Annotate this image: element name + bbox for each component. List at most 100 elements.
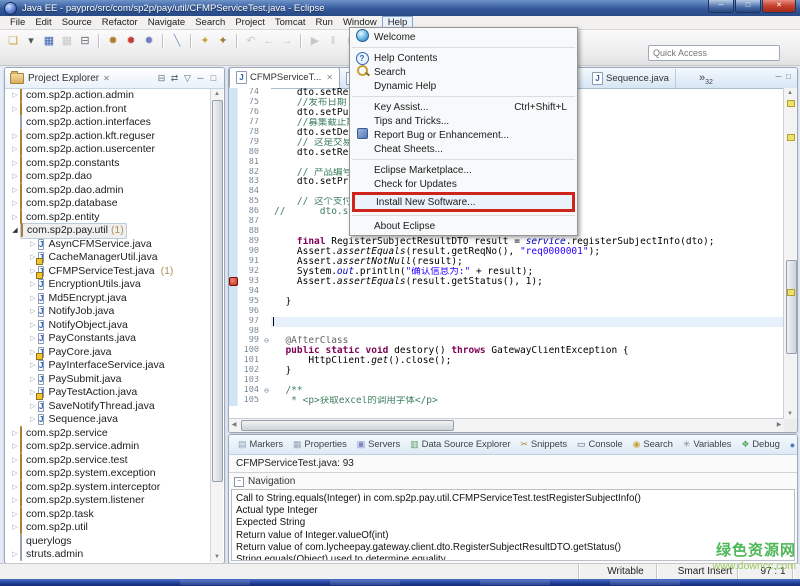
code-text[interactable]: Assert.assertEquals(result.getStatus(), … — [271, 277, 784, 287]
collapsed-arrow-icon[interactable]: ▷ — [28, 278, 38, 292]
about-eclipse-menu-item[interactable]: About Eclipse — [350, 219, 577, 233]
tree-item-com-sp2p-dao-admin[interactable]: ▷com.sp2p.dao.admin — [5, 184, 211, 198]
scroll-down-icon[interactable]: ▼ — [784, 409, 796, 419]
tree-item-paysubmit-java[interactable]: ▷JPaySubmit.java — [5, 373, 211, 387]
tree-item-com-sp2p-database[interactable]: ▷com.sp2p.database — [5, 197, 211, 211]
menu-source[interactable]: Source — [57, 16, 97, 29]
forward-button[interactable]: → — [279, 33, 295, 49]
tree-item-com-sp2p-action-interfaces[interactable]: com.sp2p.action.interfaces — [5, 116, 211, 130]
tree-item-com-sp2p-service-test[interactable]: ▷com.sp2p.service.test — [5, 454, 211, 468]
tree-item-payinterfaceservice-java[interactable]: ▷JPayInterfaceService.java — [5, 359, 211, 373]
expanded-arrow-icon[interactable]: ◢ — [10, 224, 20, 238]
tips-and-tricks-menu-item[interactable]: Tips and Tricks... — [350, 114, 577, 128]
tree-item-cfmpservicetest-java[interactable]: ▷JCFMPServiceTest.java (1) — [5, 265, 211, 279]
tree-item-com-sp2p-action-usercenter[interactable]: ▷com.sp2p.action.usercenter — [5, 143, 211, 157]
collapsed-arrow-icon[interactable]: ▷ — [10, 197, 20, 211]
close-view-icon[interactable]: ✕ — [103, 74, 110, 83]
tree-item-paytestaction-java[interactable]: ▷JPayTestAction.java — [5, 386, 211, 400]
new-wizard-caret[interactable]: ▾ — [23, 33, 39, 49]
cheat-sheets-menu-item[interactable]: Cheat Sheets... — [350, 142, 577, 156]
project-tree-scrollbar[interactable]: ▲ ▼ — [210, 89, 223, 562]
view-tab-breakpoints[interactable]: ●Breakpoints — [785, 439, 797, 450]
title-bar[interactable]: Java EE - paypro/src/com/sp2p/pay/util/C… — [0, 0, 800, 16]
view-tab-properties[interactable]: ▦Properties — [288, 439, 352, 450]
menu-search[interactable]: Search — [190, 16, 230, 29]
collapsed-arrow-icon[interactable]: ▷ — [10, 440, 20, 454]
collapsed-arrow-icon[interactable]: ▷ — [10, 521, 20, 535]
view-tab-markers[interactable]: ▤Markers — [233, 439, 288, 450]
collapsed-arrow-icon[interactable]: ▷ — [28, 319, 38, 333]
scroll-up-icon[interactable]: ▲ — [211, 89, 223, 99]
code-text[interactable] — [271, 287, 784, 297]
menu-file[interactable]: File — [5, 16, 30, 29]
code-text[interactable] — [271, 307, 784, 317]
scroll-down-icon[interactable]: ▼ — [211, 552, 223, 562]
view-tab-data-source-explorer[interactable]: ▥Data Source Explorer — [405, 439, 515, 450]
code-text[interactable] — [271, 327, 784, 337]
tree-item-com-sp2p-entity[interactable]: ▷com.sp2p.entity — [5, 211, 211, 225]
collapsed-arrow-icon[interactable]: ▷ — [10, 103, 20, 117]
run-ant-button[interactable]: ✦ — [197, 33, 213, 49]
collapsed-arrow-icon[interactable]: ▷ — [10, 130, 20, 144]
collapsed-arrow-icon[interactable]: ▷ — [10, 427, 20, 441]
tree-item-notifyobject-java[interactable]: ▷JNotifyObject.java — [5, 319, 211, 333]
scroll-up-icon[interactable]: ▲ — [784, 88, 796, 98]
search-menu-item[interactable]: Search — [350, 65, 577, 79]
collapsed-arrow-icon[interactable]: ▷ — [10, 143, 20, 157]
scrollbar-thumb[interactable] — [241, 420, 454, 431]
tree-item-notifyjob-java[interactable]: ▷JNotifyJob.java — [5, 305, 211, 319]
tab-overflow-chevron[interactable]: »32 — [699, 72, 713, 86]
code-text[interactable]: public static void destory() throws Gate… — [271, 346, 784, 356]
minimize-button[interactable]: ─ — [708, 0, 734, 13]
maximize-icon[interactable]: □ — [207, 73, 220, 83]
resume-button[interactable]: ▶ — [307, 33, 323, 49]
help-contents-menu-item[interactable]: ?Help Contents — [350, 51, 577, 65]
scrollbar-thumb[interactable] — [786, 260, 797, 354]
scroll-left-icon[interactable]: ◀ — [229, 419, 239, 431]
collapse-section-icon[interactable]: − — [234, 477, 244, 487]
scroll-right-icon[interactable]: ▶ — [774, 419, 784, 431]
tree-item-asyncfmservice-java[interactable]: ▷JAsynCFMService.java — [5, 238, 211, 252]
collapsed-arrow-icon[interactable]: ▷ — [10, 454, 20, 468]
view-tab-variables[interactable]: ✳Variables — [678, 439, 736, 450]
tree-item-com-sp2p-action-kft-reguser[interactable]: ▷com.sp2p.action.kft.reguser — [5, 130, 211, 144]
collapsed-arrow-icon[interactable]: ▷ — [28, 359, 38, 373]
tree-item-com-sp2p-constants[interactable]: ▷com.sp2p.constants — [5, 157, 211, 171]
tree-item-savenotifythread-java[interactable]: ▷JSaveNotifyThread.java — [5, 400, 211, 414]
menu-tomcat[interactable]: Tomcat — [270, 16, 311, 29]
collapsed-arrow-icon[interactable]: ▷ — [10, 211, 20, 225]
tree-item-sequence-java[interactable]: ▷JSequence.java — [5, 413, 211, 427]
close-button[interactable]: ✕ — [762, 0, 796, 13]
eclipse-marketplace-menu-item[interactable]: Eclipse Marketplace... — [350, 163, 577, 177]
sql-annotation-button[interactable]: ╲ — [169, 33, 185, 49]
code-text[interactable]: HttpClient.get().close(); — [271, 356, 784, 366]
debug-tomcat-button[interactable]: ✹ — [105, 33, 121, 49]
tree-item-querylogs[interactable]: querylogs — [5, 535, 211, 549]
editor-tab-sequence-java[interactable]: JSequence.java — [586, 69, 676, 88]
save-button[interactable]: ▦ — [41, 33, 57, 49]
tree-item-encryptionutils-java[interactable]: ▷JEncryptionUtils.java — [5, 278, 211, 292]
code-text[interactable]: Assert.assertEquals(result.getReqNo(), "… — [271, 247, 784, 257]
view-tab-search[interactable]: ◉Search — [628, 439, 678, 450]
back-button[interactable]: ← — [261, 33, 277, 49]
code-text[interactable]: * <p>获取excel的调用字体</p> — [271, 396, 784, 406]
quick-access-input[interactable] — [648, 45, 780, 61]
collapse-all-icon[interactable]: ⊟ — [155, 73, 168, 84]
tree-item-payconstants-java[interactable]: ▷JPayConstants.java — [5, 332, 211, 346]
view-tab-servers[interactable]: ▣Servers — [352, 439, 405, 450]
taskbar[interactable] — [0, 579, 800, 586]
collapsed-arrow-icon[interactable]: ▷ — [10, 481, 20, 495]
tree-item-com-sp2p-system-interceptor[interactable]: ▷com.sp2p.system.interceptor — [5, 481, 211, 495]
tree-item-com-sp2p-action-front[interactable]: ▷com.sp2p.action.front — [5, 103, 211, 117]
install-new-software-menu-item[interactable]: Install New Software... — [355, 195, 572, 209]
link-with-editor-icon[interactable]: ⇄ — [168, 73, 181, 84]
welcome-menu-item[interactable]: Welcome — [350, 30, 577, 44]
tree-item-com-sp2p-task[interactable]: ▷com.sp2p.task — [5, 508, 211, 522]
print-button[interactable]: ⊟ — [77, 33, 93, 49]
tree-item-com-sp2p-action-admin[interactable]: ▷com.sp2p.action.admin — [5, 89, 211, 103]
check-for-updates-menu-item[interactable]: Check for Updates — [350, 177, 577, 191]
save-all-button[interactable]: ▦ — [59, 33, 75, 49]
collapsed-arrow-icon[interactable]: ▷ — [28, 292, 38, 306]
collapsed-arrow-icon[interactable]: ▷ — [28, 332, 38, 346]
close-tab-icon[interactable]: ✕ — [326, 73, 333, 82]
